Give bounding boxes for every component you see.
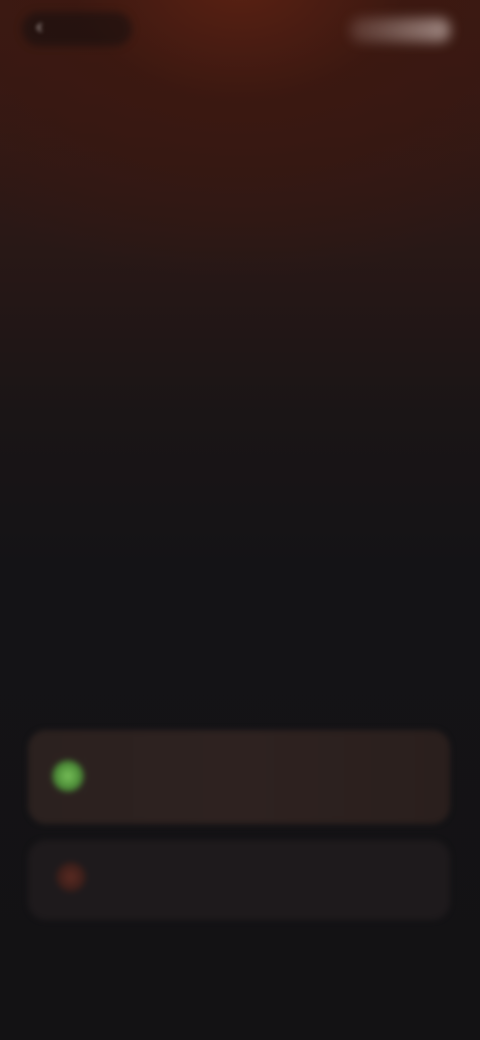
option-card-secondary[interactable] [28,840,450,920]
top-bar: ‹ [0,0,480,60]
option-card-primary[interactable] [28,730,450,824]
chevron-left-icon[interactable]: ‹ [36,16,58,38]
screen: ‹ [0,0,480,1040]
status-dot-icon [52,760,84,792]
header-title [188,76,292,104]
status-dot-icon [56,862,86,892]
eyebrow-label [34,140,144,156]
status-icons [350,18,450,42]
